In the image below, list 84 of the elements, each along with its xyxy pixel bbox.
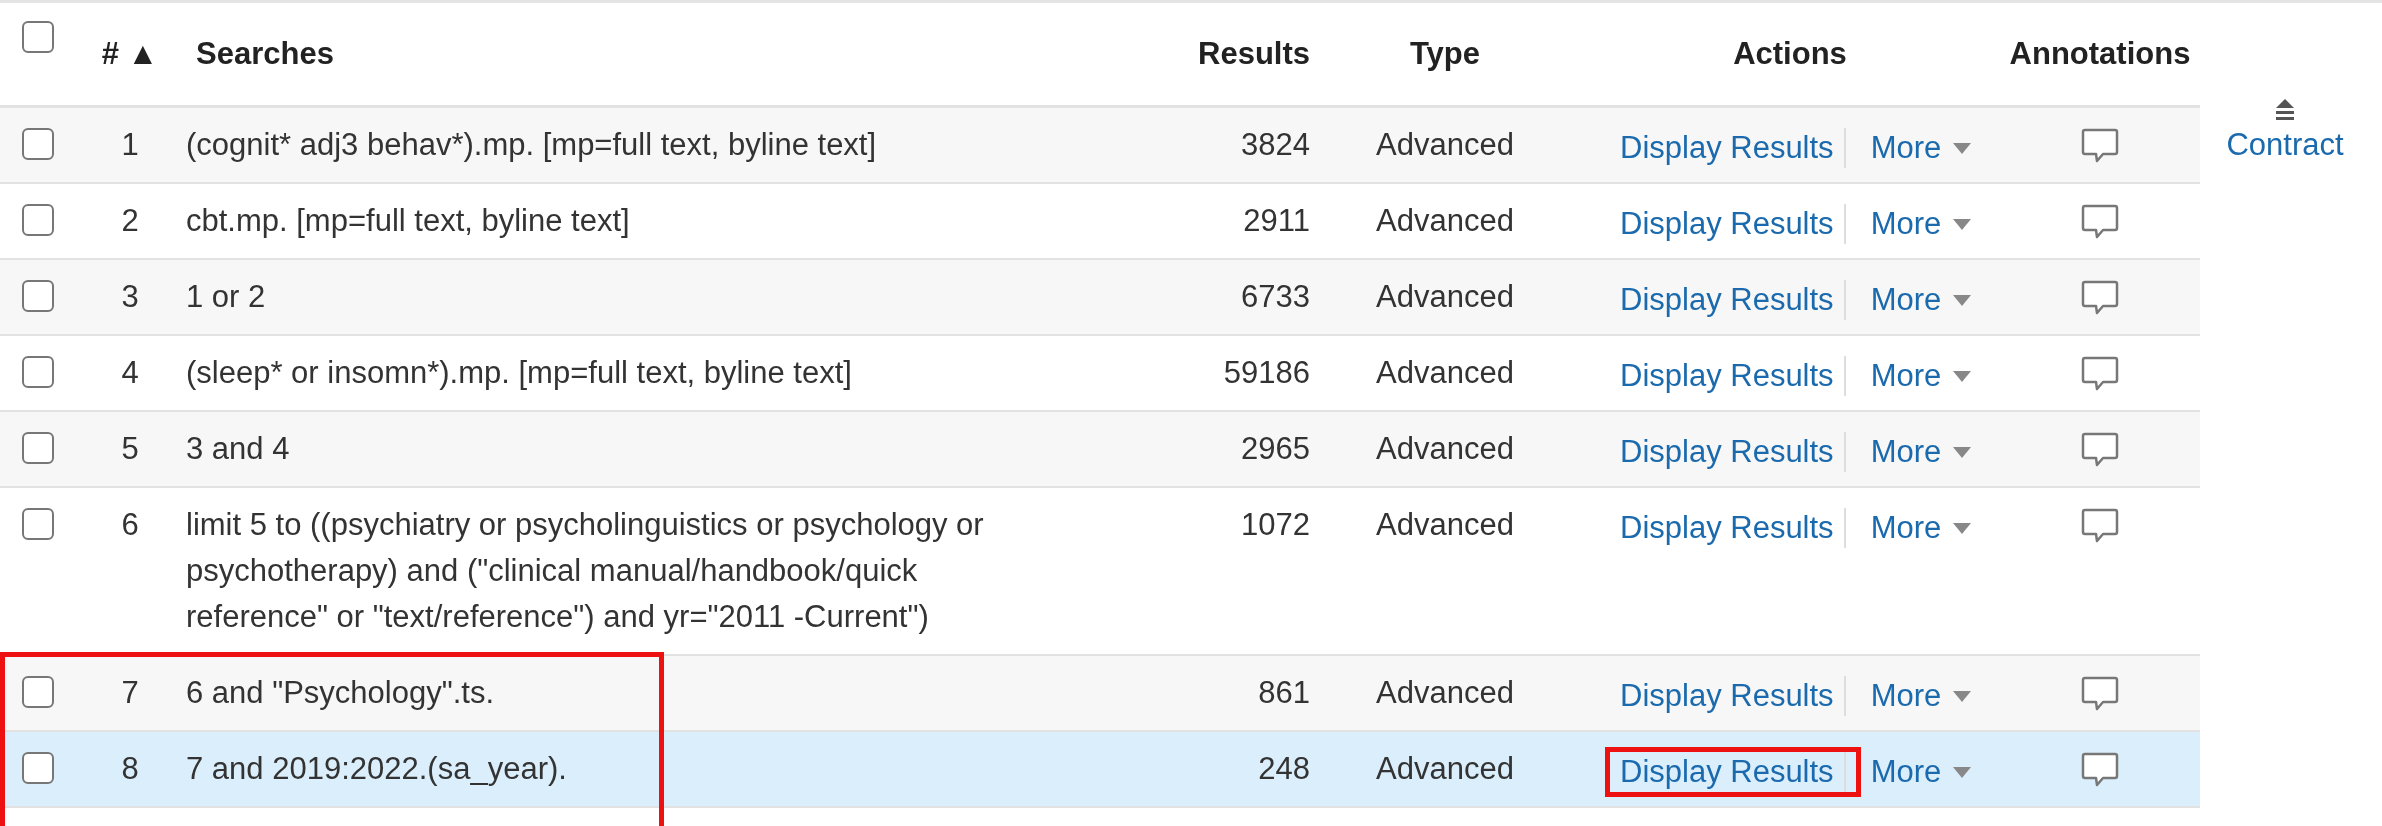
caret-icon [1953,142,1972,154]
search-query: 6 and "Psychology".ts. [186,675,495,710]
more-link[interactable]: More [1860,508,1972,548]
column-header: Type [1409,36,1481,71]
result-count: 59186 [1223,355,1310,390]
display-results-link[interactable]: Display Results [1620,280,1846,320]
display-results-link[interactable]: Display Results [1620,128,1846,168]
comment-icon[interactable] [2081,356,2119,392]
more-link[interactable]: More [1860,204,1972,244]
row-number: 3 [121,279,139,314]
comment-icon[interactable] [2081,752,2119,788]
display-results-link[interactable]: Display Results [1620,432,1846,472]
checkbox[interactable] [22,508,54,540]
search-query: limit 5 to ((psychiatry or psycholinguistics or psychology or psychotherapy) and ("clinical manual/handbook/quick reference" or "text/reference") and yr="2011 -Current") [186,507,984,634]
result-count: 248 [1258,751,1310,786]
more-link[interactable]: More [1860,356,1972,396]
table-row[interactable]: 3 1 or 2 6733 Advanced Display Results More [0,260,2200,336]
comment-icon[interactable] [2081,508,2119,544]
search-query: (cognit* adj3 behav*).mp. [mp=full text, byline text] [186,127,877,162]
display-results-link[interactable]: Display Results [1620,204,1846,244]
search-type: Advanced [1376,127,1514,162]
search-query: (sleep* or insomn*).mp. [mp=full text, byline text] [186,355,852,390]
checkbox[interactable] [22,21,54,53]
search-type: Advanced [1376,751,1514,786]
display-results-link[interactable]: Display Results [1620,508,1846,548]
checkbox[interactable] [22,432,54,464]
search-type: Advanced [1376,507,1514,542]
more-link[interactable]: More [1860,752,1972,792]
caret-icon [1953,218,1972,230]
eject-icon [2274,99,2296,123]
row-number: 7 [121,675,139,710]
search-query: cbt.mp. [mp=full text, byline text] [186,203,630,238]
row-number: 6 [121,507,139,542]
comment-icon[interactable] [2081,128,2119,164]
result-count: 3824 [1241,127,1310,162]
result-count: 6733 [1241,279,1310,314]
more-link[interactable]: More [1860,432,1972,472]
search-query: 3 and 4 [186,431,290,466]
result-count: 2965 [1241,431,1310,466]
result-count: 861 [1258,675,1310,710]
display-results-link[interactable]: Display Results [1620,676,1846,716]
search-query: 1 or 2 [186,279,266,314]
display-results-link[interactable]: Display Results [1620,752,1846,792]
column-header[interactable]: # ▲ [101,36,159,71]
more-link[interactable]: More [1860,280,1972,320]
search-type: Advanced [1376,355,1514,390]
comment-icon[interactable] [2081,280,2119,316]
column-header: Annotations [2009,36,2191,71]
checkbox[interactable] [22,204,54,236]
comment-icon[interactable] [2081,204,2119,240]
column-header: Searches [196,36,334,71]
caret-icon [1953,294,1972,306]
checkbox[interactable] [22,356,54,388]
caret-icon [1953,370,1972,382]
checkbox[interactable] [22,752,54,784]
row-number: 5 [121,431,139,466]
column-header: Actions [1733,36,1847,71]
result-count: 1072 [1241,507,1310,542]
contract-link[interactable]: Contract [2226,99,2344,163]
display-results-link[interactable]: Display Results [1620,356,1846,396]
row-number: 8 [121,751,139,786]
table-row[interactable]: 1 (cognit* adj3 behav*).mp. [mp=full text, byline text] 3824 Advanced Display Results More [0,108,2200,184]
caret-icon [1953,690,1972,702]
checkbox[interactable] [22,280,54,312]
more-link[interactable]: More [1860,128,1972,168]
checkbox[interactable] [22,128,54,160]
table-row[interactable]: 5 3 and 4 2965 Advanced Display Results More [0,412,2200,488]
comment-icon[interactable] [2081,676,2119,712]
caret-icon [1953,766,1972,778]
more-link[interactable]: More [1860,676,1972,716]
caret-icon [1953,446,1972,458]
search-type: Advanced [1376,279,1514,314]
checkbox[interactable] [22,676,54,708]
search-query: 7 and 2019:2022.(sa_year). [186,751,567,786]
search-type: Advanced [1376,203,1514,238]
row-number: 2 [121,203,139,238]
caret-icon [1953,522,1972,534]
comment-icon[interactable] [2081,432,2119,468]
search-type: Advanced [1376,431,1514,466]
search-type: Advanced [1376,675,1514,710]
row-number: 4 [121,355,139,390]
row-number: 1 [121,127,139,162]
result-count: 2911 [1243,203,1310,238]
column-header: Results [1198,36,1310,71]
